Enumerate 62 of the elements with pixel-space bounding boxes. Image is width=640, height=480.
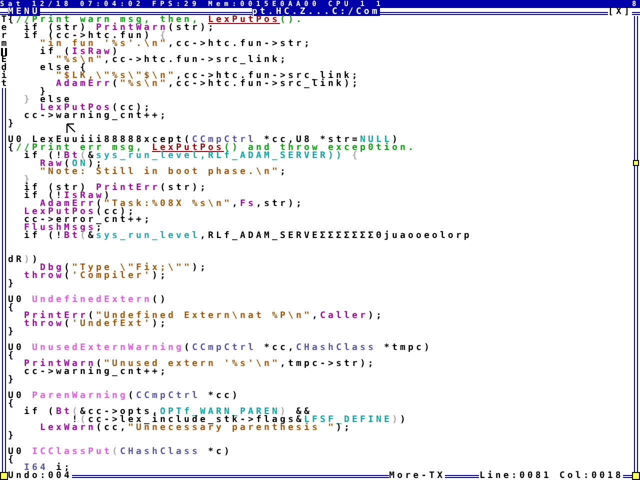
code-line: FlushMsgs; [22,224,104,232]
scrollbar-thumb[interactable] [633,160,639,166]
code-line: } else [22,96,72,104]
cursor-position: Line:0081 Col:0018 [479,472,624,480]
code-line: } [8,280,17,288]
code-line: LexPutPos(cc); [22,208,136,216]
code-line: { [8,352,17,360]
code-line: } [38,88,48,96]
code-line: { [8,456,17,464]
code-line: LexWarn(cc,"Unnecessary parenthesis "); [38,424,352,432]
code-line: LexPutPos(cc); [40,104,152,112]
code-line: } [8,376,17,384]
code-line: if (IsRaw) [38,48,120,56]
code-line: U0 UndefinedExtern() [8,296,169,304]
undo-count: Undo:004 [8,472,72,480]
code-line: "in fun '%s'.\n",cc->htc.fun->str; [38,40,313,48]
code-line: cc->warning_cnt++; [22,368,169,376]
code-line: if (!IsRaw) [22,192,112,200]
code-line: Dbg("Type \"Fix;\""); [40,264,209,272]
code-link[interactable]: LexPutPos [208,15,280,25]
code-line: if (Bt(&cc->opts,OPTf_WARN_PAREN) && [22,408,312,416]
code-line: } [8,120,17,128]
code-line: AdamErr("Task:%08X %s\n",Fs,str); [40,200,305,208]
code-line: } [8,432,17,440]
code-line: I64 i; [24,464,73,472]
mouse-pointer-icon [66,123,76,135]
code-line: if (!Bt(&sys_run_level,RLf_ADAM_SERVER)) { [24,152,360,160]
window-title: pt.HC.Z...C:/Com [252,8,380,16]
side-label[interactable]: Term [0,16,8,48]
code-line: "%s\n",cc->htc.fun->src_link; [56,56,289,64]
code-line: else { [38,64,88,72]
code-line: } [22,176,32,184]
code-line: U0 ICClassPut(CHashClass *c) [8,448,233,456]
mode-indicator: More-TX [389,472,446,480]
code-line: if (str) PrintWarn(str); [24,24,217,32]
code-line: { [8,400,17,408]
code-line: Raw(ON); [38,160,104,168]
code-line: dR)) [8,256,40,264]
code-line: if (!Bt(&sys_run_level,RLf_ADAM_SERVEΣΣΣΣΣΣΣΘjuaooeolorp [22,232,473,240]
code-line: "$LK,\"%s\"$\n",cc->htc.fun->src_link; [54,72,361,80]
code-line: U0 LexEuuiii88888xcept(CCmpCtrl *cc,U8 *str=NULL) [8,136,400,144]
code-line: throw('UndefExt'); [22,320,169,328]
code-line: cc->error_cnt++; [22,216,153,224]
code-line: if (str) PrintErr(str); [22,184,209,192]
menu-button[interactable]: MENU [8,8,40,16]
code-line: PrintWarn("Unused extern '%s'\n",tmpc->str); [22,360,377,368]
close-button[interactable]: [X] [608,8,632,16]
code-line: {//Print err msg, LexPutPos() and throw excep0tion. [8,144,417,152]
code-line: } [8,328,17,336]
scrollbar-thumb[interactable] [632,472,640,480]
code-line: "Note: Still in boot phase.\n"; [38,168,289,176]
code-line: {//Print warn msg, then, LexPutPos(). [8,16,304,24]
code-line: cc->warning_cnt++; [22,112,169,120]
code-line: throw('Compiler'); [22,272,168,280]
code-line: U0 ParenWarning(CCmpCtrl *cc) [8,392,241,400]
code-line: { [8,304,17,312]
code-line: U0 UnusedExternWarning(CCmpCtrl *cc,CHashClass *tmpc) [8,344,433,352]
code-line: AdamErr("%s\n",cc->htc.fun->src_link); [54,80,361,88]
code-line: if (cc->htc.fun) { [22,32,169,40]
scrollbar-thumb[interactable] [0,472,8,480]
code-line: !(cc->lex_include_stk->flags&LFSF_DEFINE)) [72,416,409,424]
code-line: PrintErr("Undefined Extern\nat %P\n",Caller); [22,312,385,320]
